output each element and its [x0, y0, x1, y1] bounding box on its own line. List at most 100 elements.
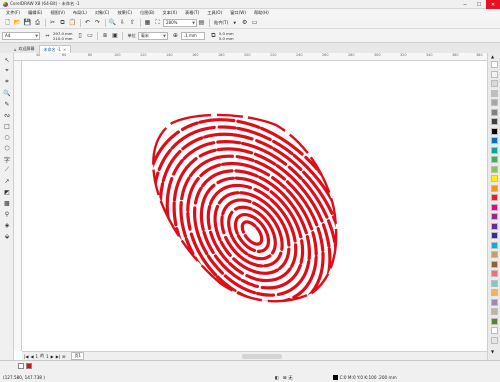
last-page-icon[interactable]: ▶| — [56, 354, 60, 359]
color-swatch[interactable] — [491, 298, 498, 306]
all-pages-icon[interactable]: ⧈ — [100, 31, 109, 40]
color-swatch[interactable] — [491, 127, 498, 135]
fingerprint-graphic[interactable] — [22, 61, 487, 351]
freehand-tool-icon[interactable]: ✎ — [2, 99, 12, 109]
menu-window[interactable]: 窗口(W) — [226, 10, 250, 16]
document-color-swatch[interactable] — [26, 362, 32, 369]
color-swatch[interactable] — [491, 175, 498, 182]
maximize-icon[interactable]: ☐ — [472, 0, 486, 9]
close-icon[interactable]: ✕ — [486, 0, 500, 9]
color-swatch[interactable] — [491, 327, 498, 334]
page-tab[interactable]: 页1 — [71, 352, 85, 360]
snap-to-menu[interactable]: 贴齐(T) — [212, 20, 230, 26]
page-size-select[interactable]: A4 ▼ — [2, 31, 40, 40]
drop-shadow-tool-icon[interactable]: ◩ — [2, 187, 12, 197]
zoom-tool-icon[interactable]: 🔍 — [2, 88, 12, 98]
vertical-ruler[interactable] — [14, 61, 22, 351]
color-swatch[interactable] — [491, 222, 498, 230]
color-swatch[interactable] — [491, 118, 498, 125]
rectangle-tool-icon[interactable]: □ — [2, 121, 12, 131]
next-page-icon[interactable]: ▶ — [51, 354, 54, 359]
menu-help[interactable]: 帮助(H) — [250, 10, 273, 16]
dup-y-field[interactable]: 5.0 mm — [219, 36, 234, 41]
paste-icon[interactable]: 📋 — [68, 18, 77, 27]
undo-icon[interactable]: ↶ — [83, 18, 92, 27]
save-icon[interactable]: 💾 — [23, 18, 32, 27]
color-swatch[interactable] — [491, 213, 498, 220]
parallel-dimension-tool-icon[interactable]: ⟋ — [2, 165, 12, 175]
interactive-fill-tool-icon[interactable]: ◈ — [2, 220, 12, 230]
color-swatch[interactable] — [491, 336, 498, 344]
polygon-tool-icon[interactable]: ⬡ — [2, 143, 12, 153]
close-tab-icon[interactable]: ✕ — [63, 47, 66, 52]
tab-untitled-document[interactable]: 未命名 -1 ✕ — [38, 45, 72, 53]
nudge-distance-field[interactable]: .1 mm — [180, 31, 205, 40]
redo-icon[interactable]: ↷ — [93, 18, 102, 27]
menu-file[interactable]: 文件(F) — [2, 10, 24, 16]
page-dimensions[interactable]: 297.0 mm 210.0 mm — [53, 31, 72, 41]
view-icon[interactable]: ▤ — [197, 18, 206, 27]
color-swatch[interactable] — [491, 61, 498, 68]
page-height-field[interactable]: 210.0 mm — [53, 36, 72, 41]
menu-text[interactable]: 文本(X) — [159, 10, 182, 16]
chevron-down-icon[interactable]: ▼ — [230, 18, 239, 27]
color-swatch[interactable] — [491, 80, 498, 87]
units-select[interactable]: 毫米 ▼ — [137, 31, 168, 40]
artistic-media-tool-icon[interactable]: ᔓ — [2, 110, 12, 120]
first-page-icon[interactable]: |◀ — [24, 354, 28, 359]
color-swatch[interactable] — [491, 99, 498, 106]
color-swatch[interactable] — [491, 251, 498, 258]
open-icon[interactable]: 📂 — [13, 18, 22, 27]
connector-tool-icon[interactable]: ↗ — [2, 176, 12, 186]
color-swatch[interactable] — [491, 308, 498, 315]
add-page-icon[interactable]: ⊞ — [62, 354, 65, 359]
color-swatch[interactable] — [491, 70, 498, 78]
duplicate-distance[interactable]: 5.0 mm 5.0 mm — [219, 31, 234, 41]
menu-bitmaps[interactable]: 位图(B) — [136, 10, 159, 16]
horizontal-ruler[interactable]: 40 60 80 100 120 140 160 180 200 220 240… — [14, 53, 487, 61]
smart-fill-tool-icon[interactable]: ⬙ — [2, 231, 12, 241]
color-swatch[interactable] — [491, 184, 498, 192]
full-screen-icon[interactable]: ⛶ — [153, 18, 162, 27]
portrait-icon[interactable]: ▯ — [75, 31, 84, 40]
tab-welcome-screen[interactable]: ⌂ 欢迎屏幕 — [10, 45, 39, 53]
drawing-canvas[interactable] — [22, 61, 487, 351]
color-swatch[interactable] — [491, 289, 498, 296]
search-content-icon[interactable]: 🔍 — [108, 18, 117, 27]
current-page-icon[interactable]: ▣ — [110, 31, 119, 40]
color-swatch[interactable] — [491, 270, 498, 277]
menu-view[interactable]: 视图(V) — [46, 10, 69, 16]
color-swatch[interactable] — [491, 317, 498, 325]
color-swatch[interactable] — [491, 165, 498, 173]
ellipse-tool-icon[interactable]: ○ — [2, 132, 12, 142]
no-fill-swatch[interactable] — [18, 362, 24, 369]
menu-object[interactable]: 对象(C) — [91, 10, 114, 16]
prev-page-icon[interactable]: ◀ — [30, 354, 33, 359]
app-launcher-icon[interactable]: ▦ — [143, 18, 152, 27]
menu-tools[interactable]: 工具(O) — [203, 10, 226, 16]
landscape-icon[interactable]: ▭ — [85, 31, 94, 40]
menu-effects[interactable]: 效果(C) — [113, 10, 136, 16]
options-gear-icon[interactable]: ⚙ — [240, 18, 249, 27]
crop-tool-icon[interactable]: ⌗ — [2, 77, 12, 87]
color-swatch[interactable] — [491, 203, 498, 211]
app-menu-icon[interactable]: ▭ — [250, 18, 259, 27]
color-swatch[interactable] — [491, 146, 498, 154]
palette-scroll-down-icon[interactable]: ▼ — [491, 349, 494, 354]
copy-icon[interactable]: ⧉ — [58, 18, 67, 27]
palette-scroll-up-icon[interactable]: ▲ — [491, 54, 494, 59]
new-document-icon[interactable]: 🗋 — [3, 18, 12, 27]
color-eyedropper-tool-icon[interactable]: ⚲ — [2, 209, 12, 219]
shape-tool-icon[interactable]: ⌖ — [2, 66, 12, 76]
horizontal-scrollbar[interactable] — [242, 354, 282, 359]
color-swatch[interactable] — [491, 89, 498, 97]
color-swatch[interactable] — [491, 260, 498, 268]
zoom-level-select[interactable]: 280% ▼ — [163, 18, 197, 27]
color-swatch[interactable] — [491, 137, 498, 144]
menu-edit[interactable]: 编辑(E) — [24, 10, 46, 16]
export-icon[interactable]: ⇧ — [128, 18, 137, 27]
color-swatch[interactable] — [491, 108, 498, 116]
cut-icon[interactable]: ✂ — [48, 18, 57, 27]
color-swatch[interactable] — [491, 194, 498, 201]
color-swatch[interactable] — [491, 232, 498, 239]
